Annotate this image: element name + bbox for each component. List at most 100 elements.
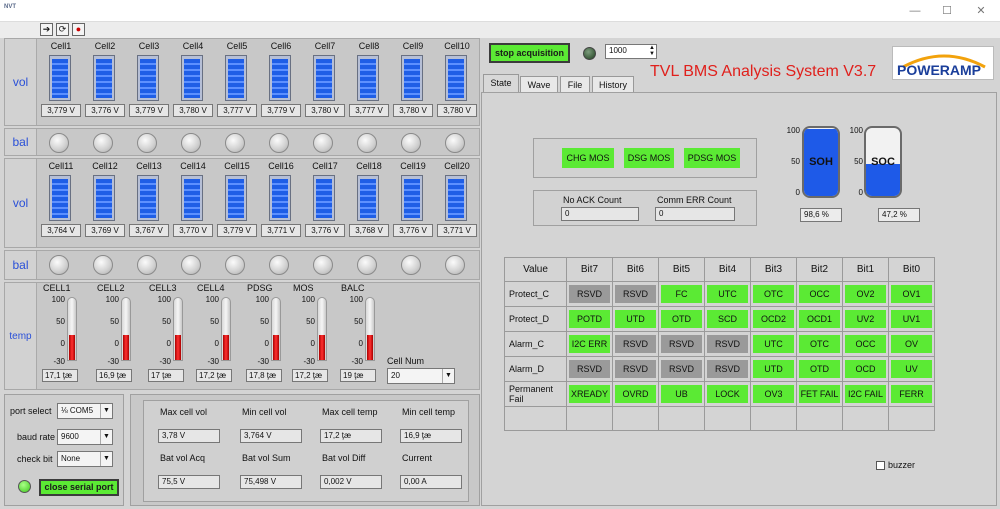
bit-cell: OCC <box>842 331 889 357</box>
row-label: Alarm_C <box>504 331 567 357</box>
battery-icon <box>137 55 159 101</box>
bit-indicator: POTD <box>569 310 610 328</box>
balance-led-2 <box>93 133 113 153</box>
tab-state[interactable]: State <box>483 74 519 93</box>
check-bit-select[interactable]: None ▼ <box>57 451 113 467</box>
bit-cell: OTC <box>750 281 797 307</box>
bit-indicator: OCC <box>799 285 840 303</box>
cell-name: Cell19 <box>400 161 426 171</box>
run-arrow-icon[interactable]: ➔ <box>40 23 53 36</box>
bit-indicator: UB <box>661 385 702 403</box>
vol-label: vol <box>5 39 37 125</box>
thermo-scale: 100 50 0 -30 <box>189 295 219 366</box>
baud-rate-select[interactable]: 9600 ▼ <box>57 429 113 445</box>
tab-file[interactable]: File <box>560 76 590 93</box>
stat-label: Current <box>402 453 433 463</box>
bit-cell: RSVD <box>612 356 659 382</box>
balance-led-1 <box>49 133 69 153</box>
scale-tick: 50 <box>162 317 171 326</box>
tab-wave[interactable]: Wave <box>520 76 558 93</box>
cell-name: Cell18 <box>356 161 382 171</box>
cell-num-select[interactable]: 20 ▼ <box>387 368 455 384</box>
battery-icon <box>357 55 379 101</box>
battery-fill <box>96 59 112 98</box>
bit-indicator: RSVD <box>569 360 610 378</box>
empty-cell <box>658 406 705 431</box>
bit-cell: OV2 <box>842 281 889 307</box>
balance-led-9 <box>401 255 421 275</box>
scale-tick: 0 <box>166 339 171 348</box>
interval-input[interactable]: 1000 ▲ ▼ <box>605 44 657 59</box>
no-ack-count-value: 0 <box>561 207 639 221</box>
scale-tick: 100 <box>51 295 65 304</box>
stop-acquisition-button[interactable]: stop acquisition <box>489 43 570 63</box>
bit-cell: RSVD <box>658 356 705 382</box>
close-icon[interactable]: ✕ <box>966 3 996 19</box>
scale-tick: 50 <box>354 317 363 326</box>
bit-cell: OTD <box>658 306 705 332</box>
pdsg-mos-indicator: PDSG MOS <box>684 148 740 168</box>
cell-voltage-value: 3,764 V <box>41 224 81 237</box>
row-label: Protect_C <box>504 281 567 307</box>
thermo-scale: 100 50 0 -30 <box>141 295 171 366</box>
balance-led-8 <box>357 255 377 275</box>
soh-label: SOH <box>809 156 833 168</box>
balance-led-8 <box>357 133 377 153</box>
bit-cell: UV2 <box>842 306 889 332</box>
temperature-value: 17 ţæ <box>148 369 184 382</box>
balance-led-2 <box>93 255 113 275</box>
buzzer-checkbox[interactable] <box>876 461 885 470</box>
cell-voltage-value: 3,780 V <box>437 104 477 117</box>
temp-row: temp CELL1 100 50 0 -30 17,1 ţæ CELL2 100 50 0 -30… <box>4 282 480 390</box>
scale-tick: 100 <box>349 295 363 304</box>
cell-voltage-value: 3,777 V <box>217 104 257 117</box>
tab-history[interactable]: History <box>592 76 634 93</box>
cell-name: Cell2 <box>94 41 116 51</box>
bit-indicator: OTD <box>661 310 702 328</box>
bit-indicator: OTC <box>753 285 794 303</box>
bit-cell: LOCK <box>704 381 751 407</box>
scale-tick: 50 <box>56 317 65 326</box>
thermometer-fill <box>319 335 325 360</box>
bit-indicator: RSVD <box>615 360 656 378</box>
battery-icon <box>49 55 71 101</box>
baud-rate-label: baud rate <box>17 432 56 442</box>
serial-panel: port select ⅛ COM5 ▼ baud rate 9600 ▼ chec… <box>4 394 124 506</box>
check-bit-label: check bit <box>17 454 53 464</box>
soh-value: 98,6 % <box>800 208 842 222</box>
bit-indicator: UTC <box>753 335 794 353</box>
bit-cell: OV <box>888 331 935 357</box>
battery-fill <box>448 59 464 98</box>
balance-led-6 <box>269 133 289 153</box>
table-row: Alarm_D RSVD RSVD RSVD RSVD UTD OTD OCD UV <box>504 356 935 382</box>
stat-label: Min cell temp <box>402 407 456 417</box>
maximize-icon[interactable]: ☐ <box>932 3 962 19</box>
stepper-icon[interactable]: ▲ ▼ <box>649 45 655 57</box>
thermo-scale: 100 50 0 -30 <box>285 295 315 366</box>
run-continuous-icon[interactable]: ⟳ <box>56 23 69 36</box>
title-bar: NVT — ☐ ✕ <box>0 0 1000 22</box>
cell-name: Cell12 <box>92 161 118 171</box>
temperature-value: 17,8 ţæ <box>246 369 282 382</box>
bit-indicator: OV3 <box>753 385 794 403</box>
cells-bottom-row: vol Cell11 3,764 V Cell12 3,769 V Cell13 3,76… <box>4 158 480 248</box>
bit-cell: UTC <box>704 281 751 307</box>
stat-label: Max cell vol <box>160 407 208 417</box>
close-serial-port-button[interactable]: close serial port <box>39 479 119 496</box>
battery-fill <box>52 179 68 218</box>
cell-voltage-value: 3,777 V <box>349 104 389 117</box>
port-select[interactable]: ⅛ COM5 ▼ <box>57 403 113 419</box>
cell-num-value: 20 <box>391 371 400 380</box>
table-row: Permanent Fail XREADY OVRD UB LOCK OV3 FET FAI… <box>504 381 935 407</box>
bit-cell: OCD2 <box>750 306 797 332</box>
temperature-value: 17,1 ţæ <box>42 369 78 382</box>
empty-cell <box>612 406 659 431</box>
abort-stop-icon[interactable]: ● <box>72 23 85 36</box>
battery-fill <box>272 179 288 218</box>
bit-cell: RSVD <box>658 331 705 357</box>
empty-cell <box>704 406 751 431</box>
minimize-icon[interactable]: — <box>900 3 930 19</box>
scale-tick: 100 <box>205 295 219 304</box>
bit-cell: UTD <box>612 306 659 332</box>
bit-indicator: RSVD <box>707 335 748 353</box>
